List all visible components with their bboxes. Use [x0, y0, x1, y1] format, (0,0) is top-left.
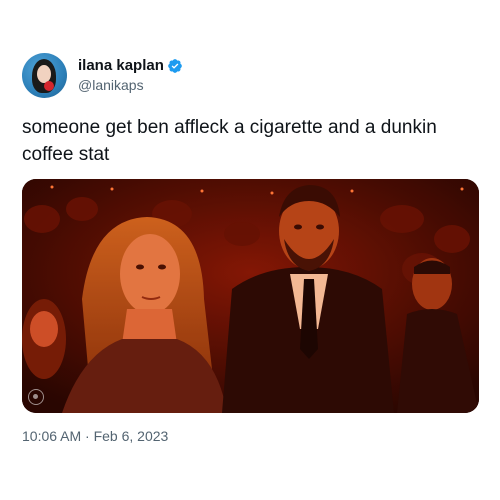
photo-scene	[22, 179, 479, 413]
avatar-flower	[44, 81, 54, 91]
tweet-text: someone get ben affleck a cigarette and …	[22, 117, 437, 165]
author-handle[interactable]: @lanikaps	[78, 76, 183, 94]
name-row: ilana kaplan	[78, 57, 183, 75]
tweet-header: ilana kaplan @lanikaps	[22, 53, 183, 98]
tweet-card: ilana kaplan @lanikaps someone get ben a…	[0, 0, 500, 500]
avatar[interactable]	[22, 53, 67, 98]
tweet-photo[interactable]	[22, 179, 479, 413]
author-display-name[interactable]: ilana kaplan	[78, 57, 164, 75]
cbs-eye-icon	[28, 389, 44, 405]
tweet-timestamp[interactable]: 10:06 AM · Feb 6, 2023	[22, 428, 168, 444]
verified-badge-icon	[167, 58, 183, 74]
author-names: ilana kaplan @lanikaps	[78, 57, 183, 94]
